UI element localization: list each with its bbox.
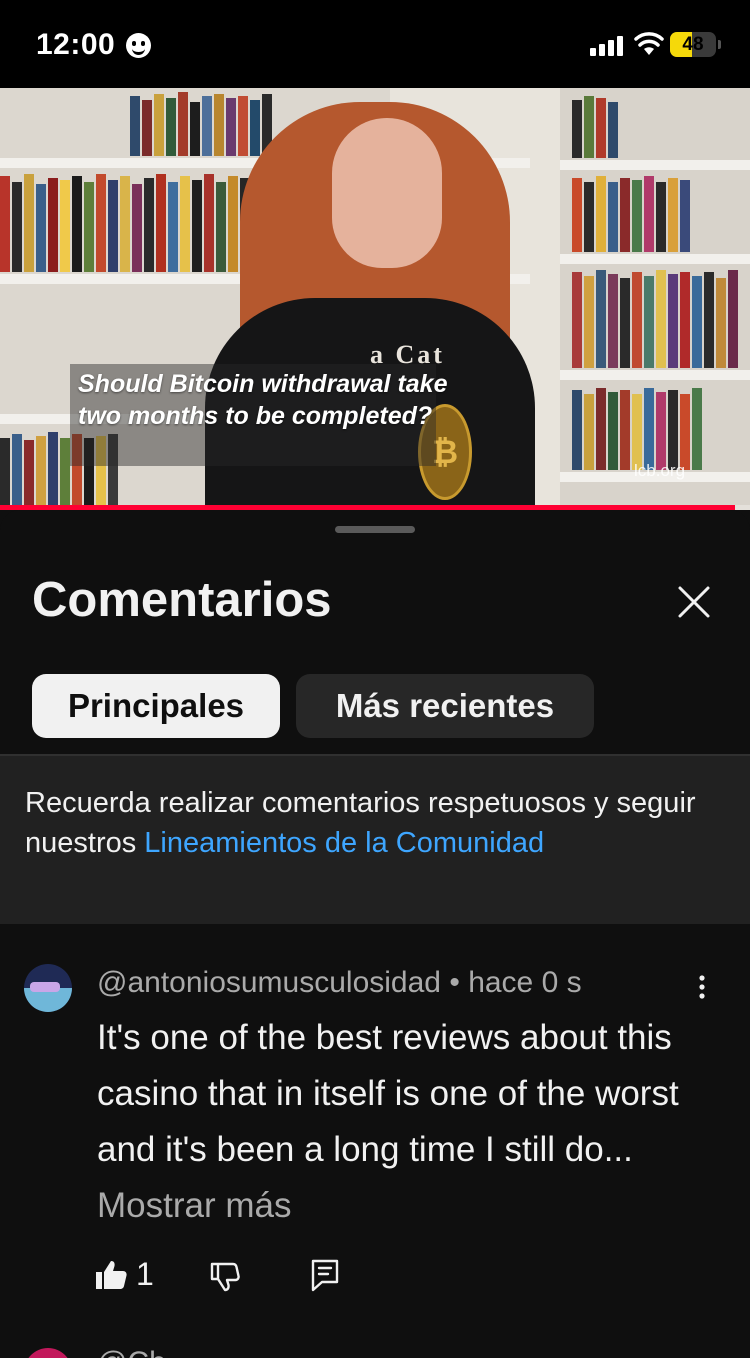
meta-separator: •: [441, 966, 469, 999]
shelf-board: [560, 160, 750, 170]
filter-chip-newest[interactable]: Más recientes: [296, 674, 594, 738]
cellular-signal-icon: [590, 34, 626, 56]
battery-percent: 48: [682, 34, 704, 55]
status-time: 12:00: [36, 28, 116, 61]
comment-actions: 1: [0, 1252, 750, 1302]
like-icon[interactable]: [94, 1258, 128, 1292]
dislike-icon[interactable]: [208, 1260, 240, 1292]
books: [130, 90, 272, 156]
status-bar: 12:00 48: [0, 0, 750, 88]
video-watermark: lcb.org: [634, 461, 686, 480]
books: [572, 386, 702, 470]
avatar[interactable]: [24, 1348, 72, 1358]
like-count: 1: [136, 1256, 154, 1292]
next-comment-author[interactable]: @Ch: [97, 1346, 166, 1358]
focus-smiley-icon: [126, 33, 151, 58]
community-notice: Recuerda realizar comentarios respetuoso…: [0, 756, 750, 924]
shelf-board: [560, 254, 750, 264]
books: [0, 172, 262, 272]
video-player[interactable]: a Cat ₿ Should Bitcoin withdrawal take t…: [0, 88, 750, 510]
wifi-icon: [634, 32, 664, 55]
comments-sheet: Comentarios Principales Más recientes Re…: [0, 510, 750, 1358]
battery-icon: 48: [670, 32, 716, 57]
video-caption: Should Bitcoin withdrawal take two month…: [78, 370, 448, 430]
sheet-title: Comentarios: [32, 573, 332, 627]
battery-nub: [718, 40, 721, 49]
comment-meta: @antoniosumusculosidad • hace 0 s: [97, 966, 582, 1000]
books: [572, 92, 618, 158]
books: [572, 268, 738, 368]
notice-text: Recuerda realizar comentarios respetuoso…: [25, 783, 735, 863]
shelf-board: [560, 370, 750, 380]
sheet-drag-handle[interactable]: [335, 526, 415, 533]
avatar[interactable]: [24, 964, 72, 1012]
comment-body-text: It's one of the best reviews about this …: [97, 1018, 679, 1169]
reply-icon[interactable]: [310, 1258, 340, 1292]
more-options-icon[interactable]: [688, 972, 716, 1002]
presenter-face: [332, 118, 442, 268]
filter-chip-top[interactable]: Principales: [32, 674, 280, 738]
books: [572, 174, 690, 252]
comment-author[interactable]: @antoniosumusculosidad: [97, 966, 441, 999]
comment-time: hace 0 s: [468, 966, 582, 999]
comment-text: It's one of the best reviews about this …: [97, 1010, 717, 1234]
close-icon[interactable]: [672, 580, 716, 624]
community-guidelines-link[interactable]: Lineamientos de la Comunidad: [144, 827, 544, 859]
show-more-link[interactable]: Mostrar más: [97, 1186, 291, 1225]
